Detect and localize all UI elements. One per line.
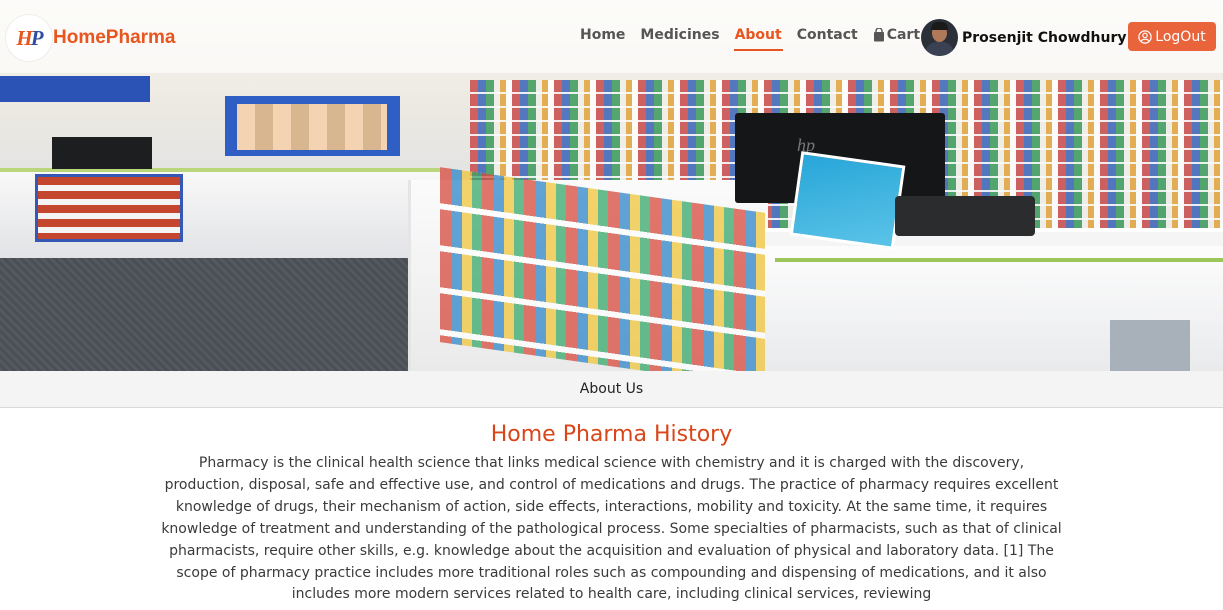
nav-cart[interactable]: Cart [873, 27, 920, 43]
history-text: Pharmacy is the clinical health science … [161, 455, 1062, 603]
brand-name[interactable]: HomePharma [53, 27, 176, 49]
brand[interactable]: HP HomePharma [6, 15, 176, 61]
brand-logo-text: HP [16, 25, 43, 50]
nav-contact[interactable]: Contact [797, 27, 858, 43]
about-us-bar: About Us [0, 371, 1223, 408]
logout-button[interactable]: LogOut [1128, 22, 1216, 51]
hero-blue-wall [225, 96, 400, 156]
user-circle-icon [1138, 29, 1153, 44]
hero-small-monitor [52, 137, 152, 169]
navbar: HP HomePharma Home Medicines About Conta… [0, 0, 1223, 73]
user-profile[interactable]: Prosenjit Chowdhury [921, 19, 1127, 56]
hero-terminal [895, 196, 1035, 236]
user-name[interactable]: Prosenjit Chowdhury [962, 30, 1127, 46]
nav-home[interactable]: Home [580, 27, 625, 43]
hero-blue-banner [0, 76, 150, 102]
cart-label: Cart [886, 27, 921, 43]
brand-logo[interactable]: HP [6, 15, 52, 61]
hero-leaflet [789, 151, 906, 250]
nav-medicines[interactable]: Medicines [640, 27, 719, 43]
avatar[interactable] [921, 19, 958, 56]
hero-left-display [35, 174, 183, 242]
logout-label: LogOut [1155, 28, 1206, 45]
shopping-bag-icon [873, 28, 884, 42]
hero-gray-box [1110, 320, 1190, 371]
history-section: Home Pharma History Pharmacy is the clin… [0, 408, 1223, 610]
history-title: Home Pharma History [490, 422, 733, 447]
nav-about[interactable]: About [733, 27, 783, 51]
nav-links: Home Medicines About Contact Cart [580, 27, 928, 51]
hero-poster [237, 104, 387, 150]
about-us-label: About Us [579, 381, 644, 397]
hero-green-stripe [775, 258, 1223, 262]
